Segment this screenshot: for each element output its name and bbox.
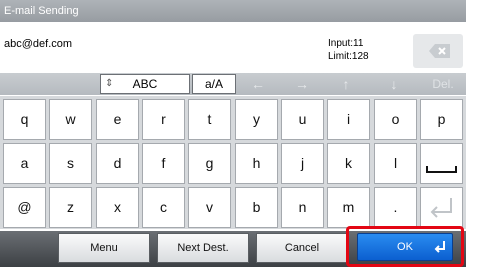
key-w[interactable]: w bbox=[49, 99, 92, 140]
key-e[interactable]: e bbox=[96, 99, 139, 140]
mode-row: ⇕ ABC a/A ← → ↑ ↓ Del. bbox=[0, 73, 466, 95]
title-bar: E-mail Sending bbox=[0, 0, 466, 22]
ok-label: OK bbox=[397, 241, 413, 253]
cursor-left-button[interactable]: ← bbox=[240, 73, 276, 95]
input-limit: Limit:128 bbox=[328, 51, 369, 62]
address-input[interactable]: abc@def.com bbox=[4, 38, 72, 50]
next-destination-button[interactable]: Next Dest. bbox=[157, 233, 249, 263]
cancel-button[interactable]: Cancel bbox=[256, 233, 348, 263]
ok-button[interactable]: OK bbox=[357, 233, 453, 261]
screen-title: E-mail Sending bbox=[4, 5, 79, 17]
enter-key[interactable] bbox=[420, 187, 463, 228]
cursor-right-button[interactable]: → bbox=[284, 73, 320, 95]
delete-button[interactable]: Del. bbox=[420, 73, 466, 95]
key-period[interactable]: . bbox=[374, 187, 417, 228]
key-g[interactable]: g bbox=[188, 143, 231, 184]
key-l[interactable]: l bbox=[374, 143, 417, 184]
backspace-icon bbox=[429, 44, 450, 58]
case-label: a/A bbox=[204, 77, 223, 91]
left-arrow-icon: ← bbox=[251, 76, 265, 92]
input-count: Input:11 bbox=[328, 38, 364, 49]
key-a[interactable]: a bbox=[3, 143, 46, 184]
ok-highlight-frame: OK bbox=[346, 226, 464, 267]
down-arrow-icon: ↓ bbox=[390, 76, 398, 92]
character-counter: Input:11 Limit:128 bbox=[328, 37, 369, 63]
cursor-up-button[interactable]: ↑ bbox=[328, 73, 364, 95]
key-q[interactable]: q bbox=[3, 99, 46, 140]
right-arrow-icon: → bbox=[295, 76, 309, 92]
next-destination-label: Next Dest. bbox=[177, 242, 229, 254]
up-down-icon: ⇕ bbox=[105, 78, 114, 89]
key-t[interactable]: t bbox=[188, 99, 231, 140]
key-p[interactable]: p bbox=[420, 99, 463, 140]
space-key[interactable] bbox=[420, 143, 463, 184]
key-x[interactable]: x bbox=[96, 187, 139, 228]
key-at[interactable]: @ bbox=[3, 187, 46, 228]
delete-label: Del. bbox=[432, 77, 454, 91]
key-f[interactable]: f bbox=[142, 143, 185, 184]
key-z[interactable]: z bbox=[49, 187, 92, 228]
key-r[interactable]: r bbox=[142, 99, 185, 140]
keyboard: q w e r t y u i o p a s d f g h j k l @ … bbox=[0, 96, 466, 229]
backspace-button[interactable] bbox=[413, 34, 463, 68]
key-j[interactable]: j bbox=[281, 143, 324, 184]
key-u[interactable]: u bbox=[281, 99, 324, 140]
key-h[interactable]: h bbox=[235, 143, 278, 184]
cursor-down-button[interactable]: ↓ bbox=[376, 73, 412, 95]
key-n[interactable]: n bbox=[281, 187, 324, 228]
cancel-label: Cancel bbox=[284, 242, 320, 254]
case-toggle-button[interactable]: a/A bbox=[192, 74, 236, 94]
enter-arrow-icon bbox=[434, 241, 445, 253]
key-v[interactable]: v bbox=[188, 187, 231, 228]
charset-label: ABC bbox=[132, 77, 158, 91]
key-k[interactable]: k bbox=[327, 143, 370, 184]
key-s[interactable]: s bbox=[49, 143, 92, 184]
email-keyboard-screen: E-mail Sending abc@def.com Input:11 Limi… bbox=[0, 0, 466, 267]
key-d[interactable]: d bbox=[96, 143, 139, 184]
space-icon bbox=[426, 166, 457, 173]
menu-label: Menu bbox=[90, 242, 118, 254]
up-arrow-icon: ↑ bbox=[342, 76, 350, 92]
enter-icon bbox=[430, 198, 452, 218]
input-row: abc@def.com Input:11 Limit:128 bbox=[0, 32, 466, 70]
charset-toggle-button[interactable]: ⇕ ABC bbox=[100, 74, 190, 94]
menu-button[interactable]: Menu bbox=[58, 233, 150, 263]
key-c[interactable]: c bbox=[142, 187, 185, 228]
key-m[interactable]: m bbox=[327, 187, 370, 228]
key-i[interactable]: i bbox=[327, 99, 370, 140]
key-o[interactable]: o bbox=[374, 99, 417, 140]
key-b[interactable]: b bbox=[235, 187, 278, 228]
key-y[interactable]: y bbox=[235, 99, 278, 140]
